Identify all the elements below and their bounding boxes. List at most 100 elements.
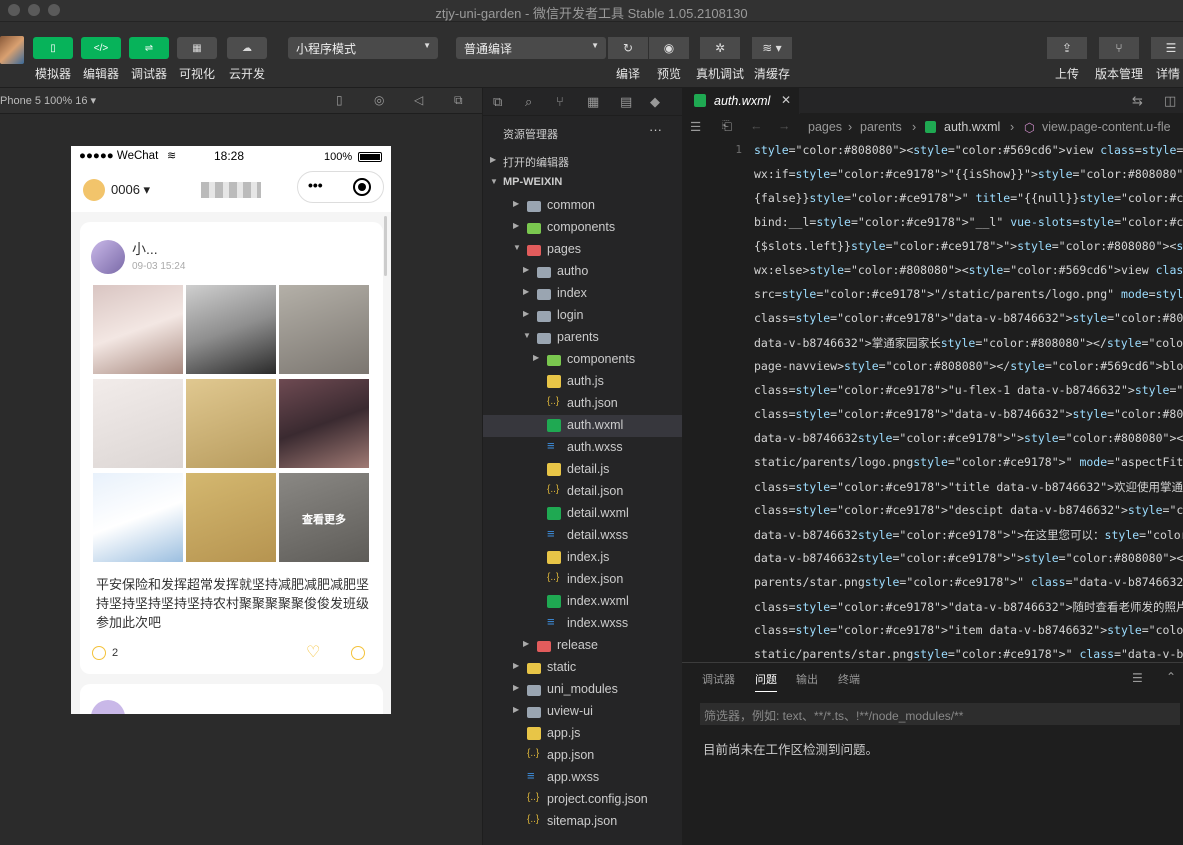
tree-item[interactable]: {..} sitemap.json [483, 811, 683, 833]
tree-item[interactable]: ▶ components [483, 349, 683, 371]
search-icon[interactable]: ⌕ [525, 94, 532, 110]
upload-button[interactable]: ⇪ [1047, 37, 1087, 59]
outline-icon[interactable]: ☰ [690, 119, 701, 134]
tree-item-label: detail.json [567, 484, 624, 498]
panel-tab[interactable]: 终端 [838, 671, 860, 687]
tree-item[interactable]: {..} index.json [483, 569, 683, 591]
main-toolbar: ▯ 模拟器 </> 编辑器 ⇌ 调试器 ▦ 可视化 ☁ 云开发 小程序模式 ▼ 普通编译 ▼ ↻ ◉ … [0, 22, 1183, 88]
tree-item[interactable]: ≡ auth.wxss [483, 437, 683, 459]
problems-filter-input[interactable]: 筛选器，例如: text、**/*.ts、!**/node_modules/** [700, 703, 1180, 725]
tree-item[interactable]: ▶ autho [483, 261, 683, 283]
json-file-icon: {..} [527, 748, 540, 759]
tree-item[interactable]: detail.js [483, 459, 683, 481]
tree-item[interactable]: {..} auth.json [483, 393, 683, 415]
panel-tab[interactable]: 问题 [755, 671, 777, 692]
tree-item[interactable]: index.wxml [483, 591, 683, 613]
breadcrumb-item[interactable]: parents [860, 120, 902, 134]
toolbar-button-layout[interactable]: ▦ [177, 37, 217, 59]
compare-icon[interactable]: ⇆ [1132, 93, 1143, 109]
tree-item[interactable]: auth.js [483, 371, 683, 393]
files-icon[interactable]: ⧉ [493, 94, 502, 110]
panel-tab[interactable]: 输出 [796, 671, 818, 687]
more-actions-button[interactable]: ··· [649, 122, 662, 137]
scrollbar[interactable] [384, 216, 387, 276]
split-editor-icon[interactable]: ◫ [1164, 93, 1176, 109]
docker-icon[interactable]: ◆ [650, 94, 660, 110]
tree-item[interactable]: ▶ login [483, 305, 683, 327]
tree-item[interactable]: ▶ index [483, 283, 683, 305]
close-icon[interactable]: ✕ [781, 93, 791, 107]
code-area[interactable]: 1 style="color:#808080"><style="color:#5… [682, 140, 1183, 662]
compile-select[interactable]: 普通编译 ▼ [456, 37, 606, 59]
like-count-icon[interactable] [92, 646, 106, 660]
tree-item[interactable]: ▶ uview-ui [483, 701, 683, 723]
photo-thumbnail[interactable] [279, 285, 369, 374]
tree-item[interactable]: {..} app.json [483, 745, 683, 767]
panel-tab[interactable]: 调试器 [702, 671, 735, 687]
photo-thumbnail[interactable] [186, 379, 276, 468]
record-icon[interactable]: ◎ [374, 93, 384, 107]
photo-thumbnail[interactable] [93, 285, 183, 374]
more-dots-icon[interactable]: ••• [308, 177, 323, 193]
close-miniprogram-icon[interactable] [353, 178, 371, 196]
details-button[interactable]: ☰ [1151, 37, 1183, 59]
capsule-menu[interactable]: ••• [297, 171, 384, 203]
device-select[interactable]: Phone 5 100% 16 ▾ [0, 94, 96, 107]
tree-item[interactable]: ▶ release [483, 635, 683, 657]
project-section[interactable]: ▼ MP-WEIXIN [483, 173, 683, 195]
tree-item[interactable]: ▼ pages [483, 239, 683, 261]
mode-select[interactable]: 小程序模式 ▼ [288, 37, 438, 59]
comment-icon[interactable] [351, 646, 365, 660]
toolbar-button-phone[interactable]: ▯ [33, 37, 73, 59]
heart-icon[interactable]: ♡ [306, 642, 320, 662]
version-control-button[interactable]: ⑂ [1099, 37, 1139, 59]
source-control-icon[interactable]: ⑂ [556, 94, 564, 109]
compile-button[interactable]: ↻ [608, 37, 648, 59]
tree-item[interactable]: ▶ uni_modules [483, 679, 683, 701]
breadcrumb-item[interactable]: pages [808, 120, 842, 134]
tree-item[interactable]: ▶ static [483, 657, 683, 679]
tree-item[interactable]: ≡ index.wxss [483, 613, 683, 635]
more-photos-tile[interactable]: 查看更多 [279, 473, 369, 562]
avatar[interactable] [0, 36, 24, 64]
breadcrumb-item[interactable]: auth.wxml [944, 120, 1000, 134]
school-select[interactable]: 0006 ▾ [111, 182, 150, 198]
open-editors-section[interactable]: ▶ 打开的编辑器 [483, 151, 683, 173]
back-icon[interactable]: ← [750, 119, 763, 133]
tree-item[interactable]: ▼ parents [483, 327, 683, 349]
tree-item[interactable]: {..} project.config.json [483, 789, 683, 811]
filter-list-icon[interactable]: ☰ [1132, 671, 1143, 685]
photo-thumbnail[interactable] [93, 379, 183, 468]
photo-thumbnail[interactable] [93, 473, 183, 562]
bookmark-icon[interactable]: ⎗ [722, 119, 732, 134]
tree-item[interactable]: auth.wxml [483, 415, 683, 437]
chevron-up-icon[interactable]: ⌃ [1166, 670, 1176, 684]
tree-item[interactable]: ▶ components [483, 217, 683, 239]
photo-thumbnail[interactable] [279, 379, 369, 468]
tree-item[interactable]: {..} detail.json [483, 481, 683, 503]
breadcrumb-item[interactable]: view.page-content.u-fle [1042, 120, 1171, 134]
tab-auth-wxml[interactable]: auth.wxml ✕ [682, 88, 800, 114]
clear-cache-button[interactable]: ≋ ▾ [752, 37, 792, 59]
preview-button[interactable]: ◉ [649, 37, 689, 59]
extensions-icon[interactable]: ▦ [587, 94, 599, 110]
toolbar-button-code[interactable]: </> [81, 37, 121, 59]
folder-icon [537, 267, 551, 278]
tree-item[interactable]: ≡ detail.wxss [483, 525, 683, 547]
tree-item[interactable]: ▶ common [483, 195, 683, 217]
tree-item[interactable]: detail.wxml [483, 503, 683, 525]
toolbar-button-debug[interactable]: ⇌ [129, 37, 169, 59]
photo-thumbnail[interactable] [186, 473, 276, 562]
real-device-debug-button[interactable]: ✲ [700, 37, 740, 59]
phone-icon[interactable]: ▯ [336, 93, 343, 107]
tree-item[interactable]: index.js [483, 547, 683, 569]
volume-icon[interactable]: ◁ [414, 93, 423, 107]
forward-icon[interactable]: → [778, 119, 791, 133]
photo-thumbnail[interactable] [186, 285, 276, 374]
storage-icon[interactable]: ▤ [620, 94, 632, 110]
tree-item[interactable]: app.js [483, 723, 683, 745]
window-icon[interactable]: ⧉ [454, 93, 463, 108]
toolbar-button-cloud[interactable]: ☁ [227, 37, 267, 59]
code-line: wx:if=style="color:#ce9178">"{{isShow}}"… [754, 167, 1183, 181]
tree-item[interactable]: ≡ app.wxss [483, 767, 683, 789]
